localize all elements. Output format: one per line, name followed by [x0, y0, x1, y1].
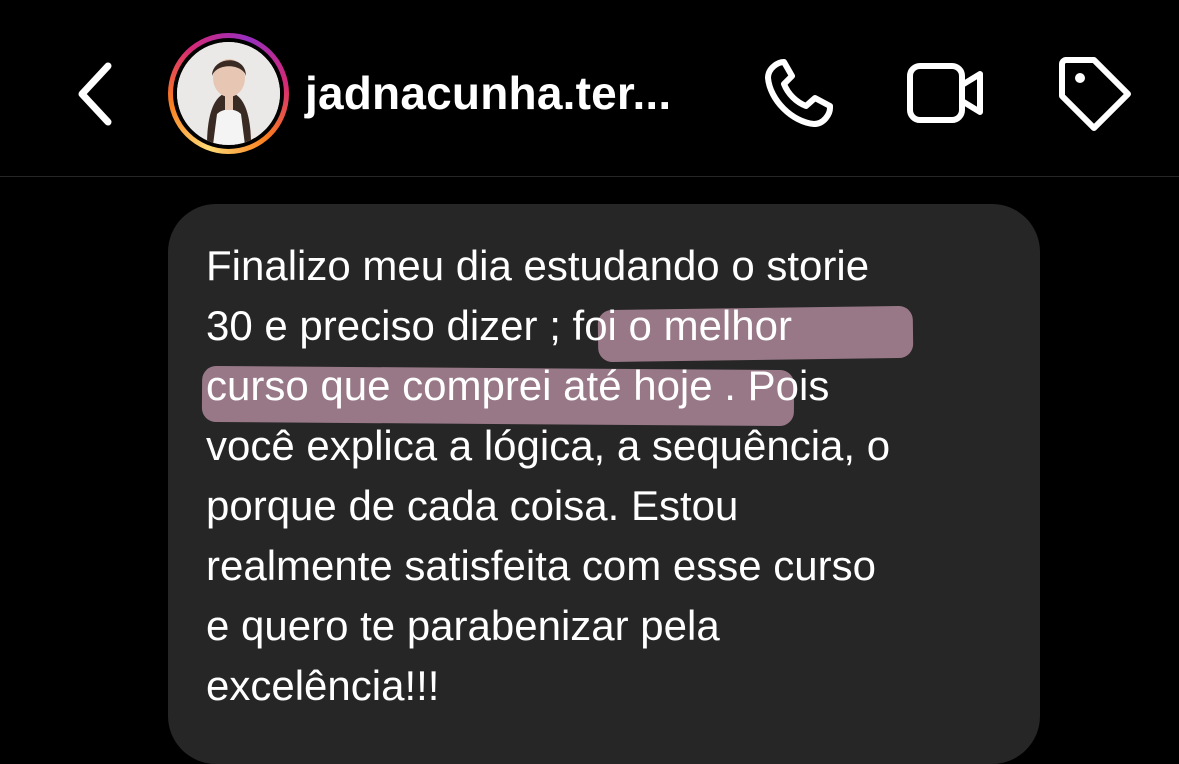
message-line: curso que comprei até hoje . Pois	[206, 356, 1026, 416]
back-button[interactable]	[70, 58, 122, 130]
message-line: e quero te parabenizar pela	[206, 602, 720, 649]
chevron-left-icon	[78, 62, 112, 126]
message-text: Finalizo meu dia estudando o storie 30 e…	[206, 236, 1026, 716]
tag-button[interactable]	[1054, 54, 1134, 134]
message-fragment: . Pois	[712, 362, 830, 409]
message-line: Finalizo meu dia estudando o storie	[206, 242, 870, 289]
message-line: excelência!!!	[206, 662, 440, 709]
message-line: 30 e preciso dizer ; foi o melhor	[206, 296, 1026, 356]
video-camera-icon	[907, 63, 983, 123]
avatar	[177, 42, 280, 145]
phone-icon	[765, 59, 833, 127]
chat-header: jadnacunha.ter...	[0, 0, 1179, 177]
message-line: você explica a lógica, a sequência, o	[206, 422, 891, 469]
highlighted-fragment: ; foi o melhor	[549, 302, 792, 349]
profile-avatar[interactable]	[168, 33, 289, 154]
avatar-photo	[177, 42, 280, 145]
chat-username[interactable]: jadnacunha.ter...	[305, 66, 671, 120]
tag-icon	[1059, 57, 1131, 131]
video-call-button[interactable]	[904, 58, 988, 128]
message-line: porque de cada coisa. Estou	[206, 482, 739, 529]
highlighted-fragment: curso que comprei até hoje	[206, 362, 713, 409]
message-line: realmente satisfeita com esse curso	[206, 542, 876, 589]
message-fragment: 30 e preciso dizer	[206, 302, 550, 349]
call-button[interactable]	[760, 56, 840, 132]
